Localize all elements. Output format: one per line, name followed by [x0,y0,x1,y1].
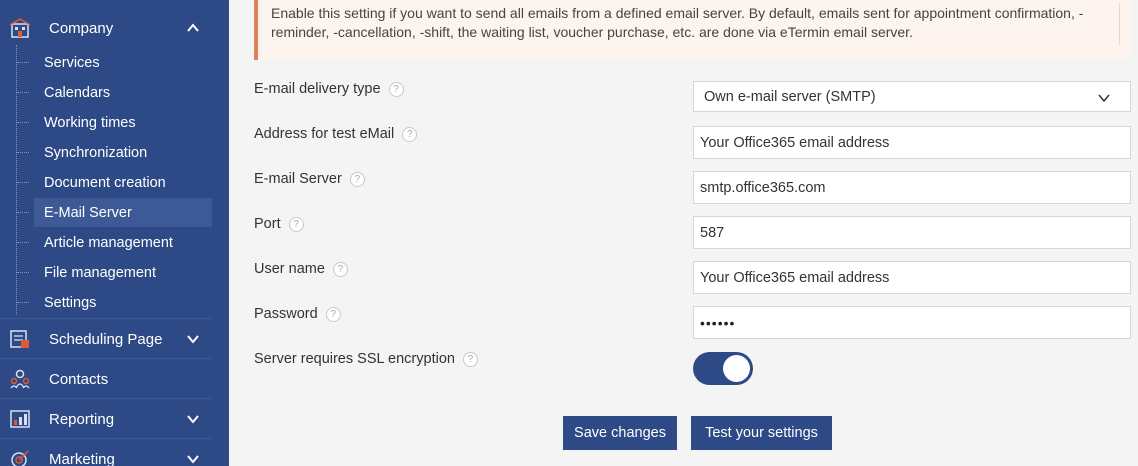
sidebar-item-calendars[interactable]: Calendars [17,78,212,107]
target-icon [8,447,32,466]
help-icon[interactable]: ? [349,171,365,187]
toggle-knob [723,355,750,382]
info-notice: Enable this setting if you want to send … [254,0,1132,60]
delivery-type-label-text: E-mail delivery type [254,81,381,97]
delivery-type-value: Own e-mail server (SMTP) [704,88,876,105]
sidebar-item-settings[interactable]: Settings [17,288,212,317]
sidebar-item-label: Settings [44,294,97,311]
nav-marketing-label: Marketing [49,450,115,466]
nav-marketing[interactable]: Marketing [0,439,212,466]
sidebar-item-services[interactable]: Services [17,48,212,77]
building-icon [8,16,32,40]
sidebar-item-article-management[interactable]: Article management [17,228,212,257]
sidebar-item-label: Document creation [44,174,166,191]
nav-reporting-label: Reporting [49,410,115,428]
calendar-page-icon [8,327,32,351]
notice-text: Enable this setting if you want to send … [271,5,1084,40]
chevron-up-icon[interactable] [185,20,201,36]
username-label: User name ? [254,261,348,277]
submenu-tree-line [16,45,17,315]
sidebar-item-label: Services [44,54,100,71]
password-input[interactable]: •••••• [693,306,1131,339]
test-settings-button[interactable]: Test your settings [691,416,832,450]
sidebar-item-label: Calendars [44,84,111,101]
test-address-label: Address for test eMail ? [254,126,418,142]
chevron-down-icon[interactable] [185,451,201,466]
people-icon [8,367,32,391]
port-input[interactable] [693,216,1131,249]
sidebar-item-synchronization[interactable]: Synchronization [17,138,212,167]
test-address-input[interactable] [693,126,1131,159]
delivery-type-select[interactable]: Own e-mail server (SMTP) [693,81,1131,112]
notice-scrollbar [1119,3,1120,45]
username-label-text: User name [254,261,325,277]
sidebar-item-label: Working times [44,114,136,131]
password-label-text: Password [254,306,318,322]
nav-contacts[interactable]: Contacts [0,359,212,399]
help-icon[interactable]: ? [402,126,418,142]
nav-company[interactable]: Company [0,8,212,48]
chevron-down-icon[interactable] [1096,90,1112,106]
delivery-type-label: E-mail delivery type ? [254,81,404,97]
report-icon [8,407,32,431]
password-label: Password ? [254,306,341,322]
ssl-label-text: Server requires SSL encryption [254,351,455,367]
username-input[interactable] [693,261,1131,294]
help-icon[interactable]: ? [388,81,404,97]
help-icon[interactable]: ? [332,261,348,277]
email-server-input[interactable] [693,171,1131,204]
nav-contacts-label: Contacts [49,370,109,388]
save-changes-button[interactable]: Save changes [563,416,677,450]
nav-scheduling-page-label: Scheduling Page [49,330,163,348]
main-content: Enable this setting if you want to send … [229,0,1138,466]
port-label-text: Port [254,216,281,232]
nav-reporting[interactable]: Reporting [0,399,212,439]
ssl-toggle[interactable] [693,352,753,385]
sidebar-item-document-creation[interactable]: Document creation [17,168,212,197]
password-mask: •••••• [700,314,736,331]
help-icon[interactable]: ? [288,216,304,232]
help-icon[interactable]: ? [462,351,478,367]
test-address-label-text: Address for test eMail [254,126,395,142]
nav-company-label: Company [49,19,114,37]
email-server-label: E-mail Server ? [254,171,365,187]
sidebar-item-label: E-Mail Server [44,204,132,221]
sidebar-item-working-times[interactable]: Working times [17,108,212,137]
ssl-label: Server requires SSL encryption ? [254,351,478,367]
chevron-down-icon[interactable] [185,331,201,347]
email-server-label-text: E-mail Server [254,171,342,187]
sidebar-item-email-server[interactable]: E-Mail Server [17,198,212,227]
sidebar-item-label: Article management [44,234,173,251]
help-icon[interactable]: ? [325,306,341,322]
sidebar-item-label: Synchronization [44,144,148,161]
port-label: Port ? [254,216,304,232]
sidebar-item-label: File management [44,264,157,281]
sidebar-item-file-management[interactable]: File management [17,258,212,287]
chevron-down-icon[interactable] [185,411,201,427]
sidebar: Company Services Calendars Working times… [0,0,229,466]
nav-scheduling-page[interactable]: Scheduling Page [0,319,212,359]
